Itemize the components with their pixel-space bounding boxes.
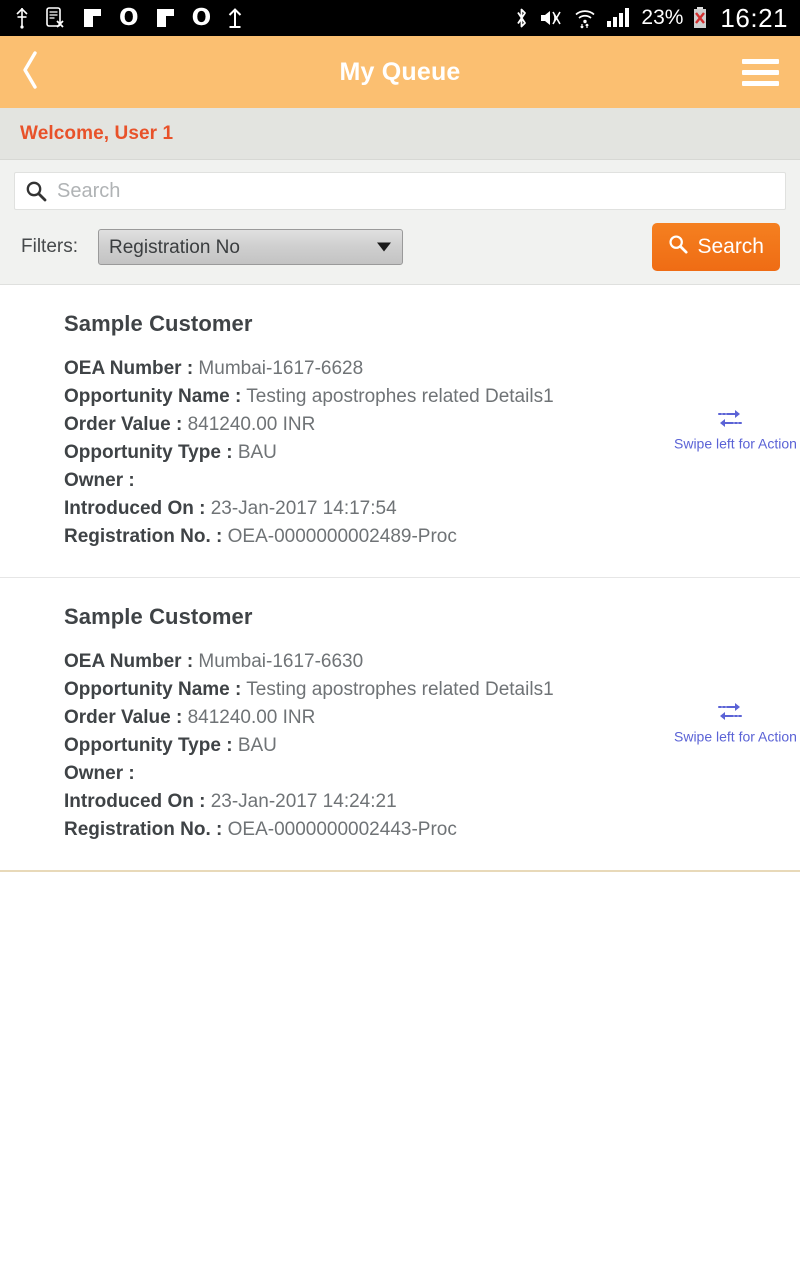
field-value: Testing apostrophes related Details1 (246, 386, 554, 407)
customer-name: Sample Customer (64, 604, 253, 629)
field-label: Owner : (64, 470, 135, 491)
back-chevron-icon (18, 49, 42, 96)
field-label: Registration No. : (64, 819, 223, 840)
network-o-icon-2: O (191, 5, 212, 31)
field-value: BAU (237, 735, 277, 756)
field-oea-number: OEA Number : Mumbai-1617-6628 (64, 355, 776, 383)
swipe-hint[interactable]: Swipe left for Action (674, 702, 797, 747)
back-button[interactable] (0, 36, 60, 108)
field-owner: Owner : (64, 760, 776, 788)
filters-row: Filters: Registration No Search (14, 210, 786, 284)
field-registration-no: Registration No. : OEA-0000000002489-Pro… (64, 523, 776, 551)
field-registration-no: Registration No. : OEA-0000000002443-Pro… (64, 816, 776, 844)
field-value: 841240.00 INR (187, 707, 316, 728)
field-oea-number: OEA Number : Mumbai-1617-6630 (64, 648, 776, 676)
app-header-bar: My Queue (0, 36, 800, 108)
welcome-message: Welcome, User 1 (20, 122, 174, 144)
search-field[interactable] (14, 172, 786, 210)
field-label: Opportunity Type : (64, 735, 233, 756)
wifi-data-icon (573, 6, 597, 30)
status-bar-right-icons: 23% 16:21 (514, 3, 788, 34)
search-filter-panel: Filters: Registration No Search (0, 160, 800, 284)
field-value: BAU (237, 442, 277, 463)
search-icon (25, 180, 47, 202)
volume-mute-icon (538, 6, 564, 30)
field-opportunity-name: Opportunity Name : Testing apostrophes r… (64, 383, 776, 411)
field-label: Registration No. : (64, 526, 223, 547)
status-bar-left-icons: O O (14, 5, 243, 31)
swipe-hint[interactable]: Swipe left for Action (674, 409, 797, 454)
field-opportunity-type: Opportunity Type : BAU (64, 732, 776, 760)
menu-bar-1 (741, 58, 779, 64)
field-order-value: Order Value : 841240.00 INR (64, 704, 776, 732)
field-label: Introduced On : (64, 498, 206, 519)
field-value: OEA-0000000002489-Proc (227, 526, 457, 547)
field-value: Testing apostrophes related Details1 (246, 679, 554, 700)
search-icon (668, 234, 688, 260)
battery-error-icon (692, 6, 708, 30)
field-order-value: Order Value : 841240.00 INR (64, 411, 776, 439)
field-label: Opportunity Type : (64, 442, 233, 463)
search-input[interactable] (57, 179, 775, 203)
swipe-hint-label: Swipe left for Action (674, 728, 797, 745)
field-value: 23-Jan-2017 14:17:54 (210, 498, 397, 519)
field-label: Order Value : (64, 707, 183, 728)
usb-icon (14, 7, 30, 29)
field-opportunity-type: Opportunity Type : BAU (64, 439, 776, 467)
field-owner: Owner : (64, 467, 776, 495)
result-card[interactable]: Sample Customer OEA Number : Mumbai-1617… (0, 285, 800, 577)
field-value: 841240.00 INR (187, 414, 316, 435)
welcome-bar: Welcome, User 1 (0, 108, 800, 160)
status-bar-clock: 16:21 (720, 2, 788, 33)
filter-select[interactable]: Registration No (98, 229, 403, 265)
field-label: Introduced On : (64, 791, 206, 812)
field-label: Opportunity Name : (64, 386, 242, 407)
field-label: Order Value : (64, 414, 183, 435)
menu-bar-2 (741, 69, 779, 75)
network-block-icon-1 (82, 7, 103, 29)
swipe-hint-label: Swipe left for Action (674, 435, 797, 452)
sim-card-error-icon (46, 7, 66, 29)
customer-name: Sample Customer (64, 311, 253, 336)
swipe-arrows-icon (674, 702, 786, 727)
swipe-arrows-icon (674, 409, 786, 434)
menu-bar-3 (741, 80, 779, 86)
bluetooth-icon (514, 6, 529, 30)
page-title: My Queue (339, 57, 461, 86)
search-button-label: Search (697, 235, 764, 258)
battery-percent-label: 23% (641, 6, 684, 29)
network-block-icon-2 (155, 7, 176, 29)
field-value: OEA-0000000002443-Proc (227, 819, 457, 840)
field-opportunity-name: Opportunity Name : Testing apostrophes r… (64, 676, 776, 704)
result-card[interactable]: Sample Customer OEA Number : Mumbai-1617… (0, 578, 800, 870)
results-list: Sample Customer OEA Number : Mumbai-1617… (0, 285, 800, 872)
field-introduced-on: Introduced On : 23-Jan-2017 14:24:21 (64, 788, 776, 816)
upload-arrow-icon (227, 7, 243, 29)
field-label: OEA Number : (64, 358, 194, 379)
search-button[interactable]: Search (652, 223, 780, 271)
filters-label: Filters: (21, 236, 78, 257)
field-introduced-on: Introduced On : 23-Jan-2017 14:17:54 (64, 495, 776, 523)
android-status-bar: O O 23% 16:21 (0, 0, 800, 36)
field-value: Mumbai-1617-6628 (198, 358, 364, 379)
hamburger-menu-icon[interactable] (736, 50, 784, 94)
field-label: OEA Number : (64, 651, 194, 672)
network-o-icon-1: O (119, 5, 139, 31)
results-end-divider (0, 870, 800, 872)
field-value: Mumbai-1617-6630 (198, 651, 364, 672)
filter-select-wrapper[interactable]: Registration No (98, 229, 403, 265)
field-value: 23-Jan-2017 14:24:21 (210, 791, 397, 812)
field-label: Opportunity Name : (64, 679, 242, 700)
signal-bars-icon (606, 7, 632, 29)
field-label: Owner : (64, 763, 135, 784)
